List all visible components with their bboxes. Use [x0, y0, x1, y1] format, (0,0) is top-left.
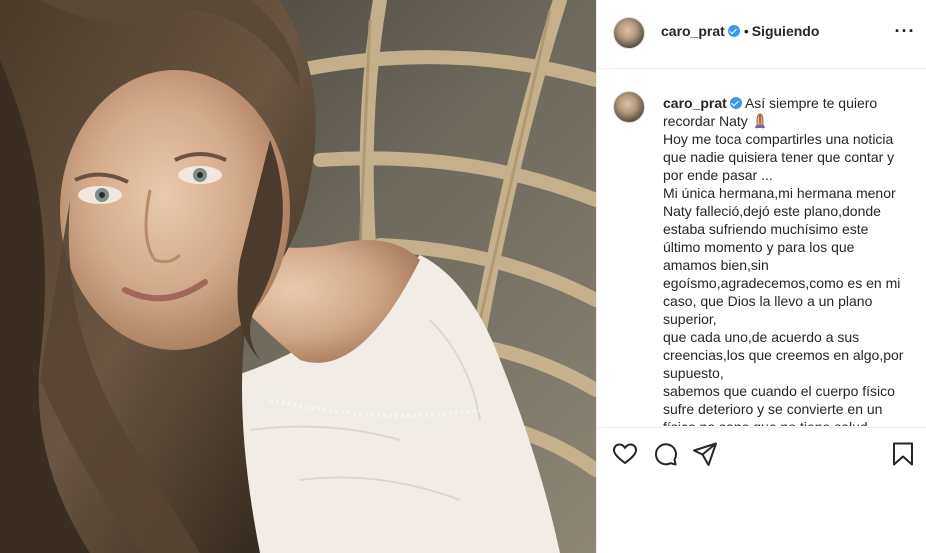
caption-line: Mi única hermana,mi hermana menor	[663, 185, 896, 201]
post-photo-image	[0, 0, 596, 553]
caption-line: creencias,los que creemos en algo,por	[663, 347, 904, 363]
caption-username-link[interactable]: caro_prat	[663, 95, 727, 111]
post-photo[interactable]	[0, 0, 596, 553]
post-caption: caro_prat Así siempre te quiero recordar…	[663, 94, 913, 426]
praying-hands-emoji-icon	[752, 113, 768, 129]
share-icon[interactable]	[691, 440, 719, 468]
caption-line: físico no sano que no tiene salud	[663, 418, 913, 426]
avatar[interactable]	[613, 17, 645, 49]
more-options-icon[interactable]: ···	[893, 22, 917, 46]
caption-line: sufre deterioro y se convierte en un	[663, 401, 883, 417]
caption-avatar[interactable]	[613, 91, 645, 123]
caption-line: recordar Naty	[663, 112, 913, 130]
comment-icon[interactable]	[651, 440, 679, 468]
caption-line: caso, que Dios la llevo a un plano	[663, 293, 873, 309]
caption-line: sabemos que cuando el cuerpo físico	[663, 383, 895, 399]
caption-line: egoísmo,agradecemos,como es en mi	[663, 275, 901, 291]
caption-line: Hoy me toca compartirles una noticia	[663, 131, 894, 147]
caption-line: Naty falleció,dejó este plano,donde	[663, 203, 881, 219]
verified-badge-icon	[729, 97, 742, 109]
post-side-panel: caro_prat • Siguiendo ··· caro_prat Así si…	[596, 0, 926, 553]
caption-line: último momento y para los que	[663, 239, 855, 255]
following-button[interactable]: Siguiendo	[752, 23, 820, 39]
caption-line: estaba sufriendo muchísimo este	[663, 221, 869, 237]
heart-icon[interactable]	[611, 440, 639, 468]
caption-line: por ende pasar ...	[663, 167, 773, 183]
caption-line: amamos bien,sin	[663, 257, 769, 273]
caption-line: que nadie quisiera tener que contar y	[663, 149, 895, 165]
follow-separator: •	[743, 23, 749, 39]
caption-scroll-area[interactable]: caro_prat Así siempre te quiero recordar…	[597, 70, 926, 426]
verified-badge-icon	[727, 25, 740, 37]
caption-line: superior,	[663, 311, 717, 327]
caption-line: que cada uno,de acuerdo a sus	[663, 329, 860, 345]
caption-line: caro_prat Así siempre te quiero	[663, 94, 913, 112]
post-header: caro_prat • Siguiendo ···	[597, 0, 926, 69]
caption-text: recordar Naty	[663, 113, 748, 129]
post-actions	[597, 427, 926, 553]
caption-line: supuesto,	[663, 365, 724, 381]
bookmark-icon[interactable]	[889, 440, 917, 468]
username-link[interactable]: caro_prat	[661, 23, 725, 39]
header-user-row: caro_prat • Siguiendo	[661, 23, 819, 41]
caption-text: Así siempre te quiero	[744, 95, 878, 111]
